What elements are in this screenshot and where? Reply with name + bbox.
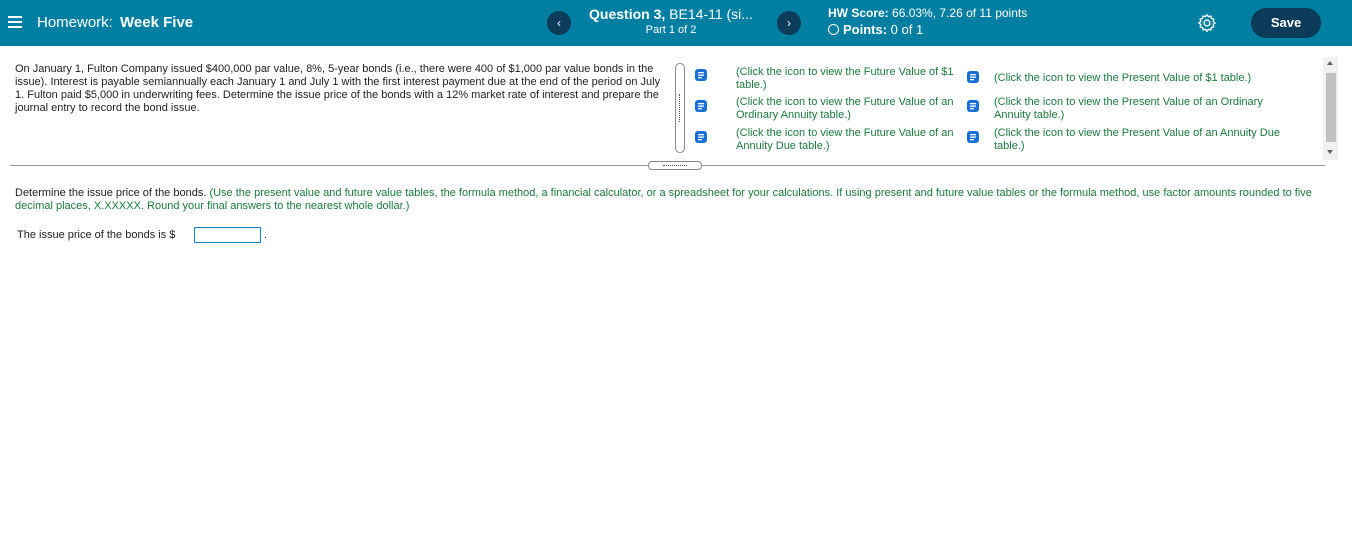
present-value-ordinary-annuity-link[interactable]: (Click the icon to view the Present Valu… — [994, 96, 1299, 122]
future-value-ordinary-annuity-link[interactable]: (Click the icon to view the Future Value… — [736, 96, 958, 122]
present-value-annuity-due-link[interactable]: (Click the icon to view the Present Valu… — [994, 127, 1312, 153]
horizontal-splitter-handle[interactable] — [648, 161, 702, 170]
book-icon[interactable] — [966, 70, 980, 84]
scroll-thumb[interactable] — [1326, 73, 1336, 142]
book-icon[interactable] — [694, 68, 708, 82]
homework-prefix: Homework: — [37, 14, 113, 31]
issue-price-input[interactable] — [194, 227, 261, 243]
future-value-annuity-due-link[interactable]: (Click the icon to view the Future Value… — [736, 127, 958, 153]
homework-name: Week Five — [120, 14, 194, 31]
hw-score: HW Score: 66.03%, 7.26 of 11 points — [828, 6, 1027, 20]
next-question-button[interactable]: › — [777, 11, 801, 35]
hw-score-value: 66.03%, 7.26 of 11 points — [888, 6, 1028, 20]
question-info: Question 3, BE14-11 (si... Part 1 of 2 — [581, 6, 761, 36]
points-status-icon — [828, 24, 839, 35]
top-bar: Homework: Week Five ‹ Question 3, BE14-1… — [0, 0, 1352, 46]
points-label: Points: — [843, 22, 888, 37]
book-icon[interactable] — [694, 130, 708, 144]
save-button[interactable]: Save — [1251, 8, 1321, 38]
settings-gear-icon[interactable] — [1197, 13, 1217, 33]
question-id: BE14-11 (si... — [665, 6, 753, 22]
present-value-1-link[interactable]: (Click the icon to view the Present Valu… — [994, 72, 1314, 85]
answer-suffix: . — [264, 229, 268, 241]
points-value: 0 of 1 — [887, 22, 924, 37]
question-part: Part 1 of 2 — [645, 24, 697, 36]
future-value-1-link[interactable]: (Click the icon to view the Future Value… — [736, 66, 958, 92]
points: Points: 0 of 1 — [828, 22, 1027, 37]
scroll-up-arrow-icon[interactable] — [1327, 61, 1333, 65]
question-label: Question 3, — [589, 6, 666, 22]
book-icon[interactable] — [966, 130, 980, 144]
instruction-text: Determine the issue price of the bonds. … — [15, 187, 1335, 213]
problem-statement: On January 1, Fulton Company issued $400… — [15, 63, 661, 114]
menu-icon[interactable] — [8, 13, 22, 33]
book-icon[interactable] — [966, 99, 980, 113]
question-title: Question 3, BE14-11 (si... — [581, 6, 761, 22]
book-icon[interactable] — [694, 99, 708, 113]
reference-tables: (Click the icon to view the Future Value… — [692, 66, 1317, 158]
score-info: HW Score: 66.03%, 7.26 of 11 points Poin… — [828, 6, 1027, 37]
answer-label: The issue price of the bonds is $ — [17, 229, 176, 241]
vertical-splitter-handle[interactable] — [675, 63, 685, 153]
instruction-main: Determine the issue price of the bonds. — [15, 187, 207, 199]
hw-score-label: HW Score: — [828, 6, 889, 20]
homework-title: Homework: Week Five — [37, 14, 193, 31]
instruction-note: (Use the present value and future value … — [15, 187, 1312, 212]
scroll-down-arrow-icon[interactable] — [1327, 150, 1333, 154]
previous-question-button[interactable]: ‹ — [547, 11, 571, 35]
